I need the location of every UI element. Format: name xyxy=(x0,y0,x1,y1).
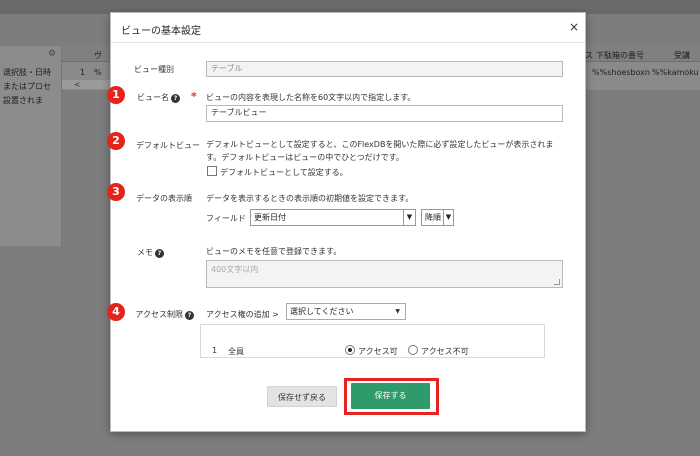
help-icon[interactable]: ? xyxy=(185,311,194,320)
background-cell: %%shoesboxn xyxy=(592,68,650,77)
display-order-description: データを表示するときの表示順の初期値を設定できます。 xyxy=(206,194,414,203)
background-scrollbar[interactable] xyxy=(62,80,110,89)
background-row-number: 1 xyxy=(80,68,86,77)
help-icon[interactable]: ? xyxy=(155,249,164,258)
sort-order-value: 降順 xyxy=(425,213,441,222)
access-label-text: アクセス制限 xyxy=(135,310,183,319)
access-row-number: 1 xyxy=(212,346,218,355)
modal-title: ビューの基本設定 xyxy=(121,26,201,37)
scroll-left-icon[interactable]: < xyxy=(74,80,81,89)
background-cell: % xyxy=(94,68,102,77)
save-button-highlight xyxy=(344,378,439,415)
view-name-description: ビューの内容を表現した名称を60文字以内で指定します。 xyxy=(206,93,416,102)
annotation-badge-2: 2 xyxy=(107,132,125,150)
view-type-label: ビュー種別 xyxy=(134,65,174,74)
background-header-cell: ス xyxy=(585,51,593,60)
sort-field-value: 更新日付 xyxy=(254,213,286,222)
background-sidebar-line: またはプロセ xyxy=(3,82,51,91)
background-header-cell: 下駄箱の番号 xyxy=(596,51,644,60)
required-mark: * xyxy=(191,90,197,103)
access-allow-radio[interactable] xyxy=(345,345,355,355)
chevron-down-icon: ▼ xyxy=(443,210,453,225)
chevron-down-icon: ▼ xyxy=(403,210,415,225)
access-row-name: 全員 xyxy=(228,347,244,356)
field-label: フィールド xyxy=(206,214,246,223)
memo-label: メモ? xyxy=(128,247,164,258)
annotation-badge-1: 1 xyxy=(107,86,125,104)
background-header-cell: ヴ xyxy=(94,51,102,60)
background-header-cell: 受講 xyxy=(674,51,690,60)
view-name-label-text: ビュー名 xyxy=(137,93,169,102)
view-name-input[interactable]: テーブルビュー xyxy=(206,105,563,122)
default-view-label: デフォルトビュー xyxy=(136,141,200,150)
background-cell: %%kamoku xyxy=(652,68,699,77)
background-sidebar-line: 選択肢・日時 xyxy=(3,68,51,77)
access-deny-label[interactable]: アクセス不可 xyxy=(421,346,469,357)
cancel-button[interactable]: 保存せず戻る xyxy=(267,386,337,407)
access-deny-radio[interactable] xyxy=(408,345,418,355)
view-name-label: ビュー名? xyxy=(130,92,180,103)
annotation-badge-4: 4 xyxy=(107,303,125,321)
default-view-checkbox[interactable] xyxy=(207,166,217,176)
background-sidebar-line: 設置されま xyxy=(3,96,43,105)
view-type-field: テーブル xyxy=(206,61,563,77)
display-order-label: データの表示順 xyxy=(136,194,192,203)
access-allow-label[interactable]: アクセス可 xyxy=(358,346,398,357)
access-add-label: アクセス権の追加 > xyxy=(206,310,279,319)
annotation-badge-3: 3 xyxy=(107,183,125,201)
modal-divider xyxy=(111,42,585,43)
access-label: アクセス制限? xyxy=(130,309,194,320)
memo-label-text: メモ xyxy=(137,248,153,257)
gear-icon[interactable]: ⚙ xyxy=(48,49,56,59)
default-view-checkbox-label[interactable]: デフォルトビューとして設定する。 xyxy=(220,167,348,178)
close-icon[interactable]: × xyxy=(569,20,579,34)
sort-field-select[interactable]: 更新日付 ▼ xyxy=(250,209,416,226)
sort-order-select[interactable]: 降順 ▼ xyxy=(421,209,454,226)
chevron-down-icon: ▼ xyxy=(395,308,400,315)
default-view-description: デフォルトビューとして設定すると、このFlexDBを開いた際に必ず設定したビュー… xyxy=(206,140,554,149)
memo-textarea[interactable]: 400文字以内 xyxy=(206,260,563,288)
default-view-description: す。デフォルトビューはビューの中でひとつだけです。 xyxy=(206,153,404,162)
memo-description: ビューのメモを任意で登録できます。 xyxy=(206,247,342,256)
resize-handle-icon[interactable] xyxy=(554,279,560,285)
access-select[interactable]: 選択してください ▼ xyxy=(286,303,406,320)
help-icon[interactable]: ? xyxy=(171,94,180,103)
access-select-value: 選択してください xyxy=(290,307,354,316)
